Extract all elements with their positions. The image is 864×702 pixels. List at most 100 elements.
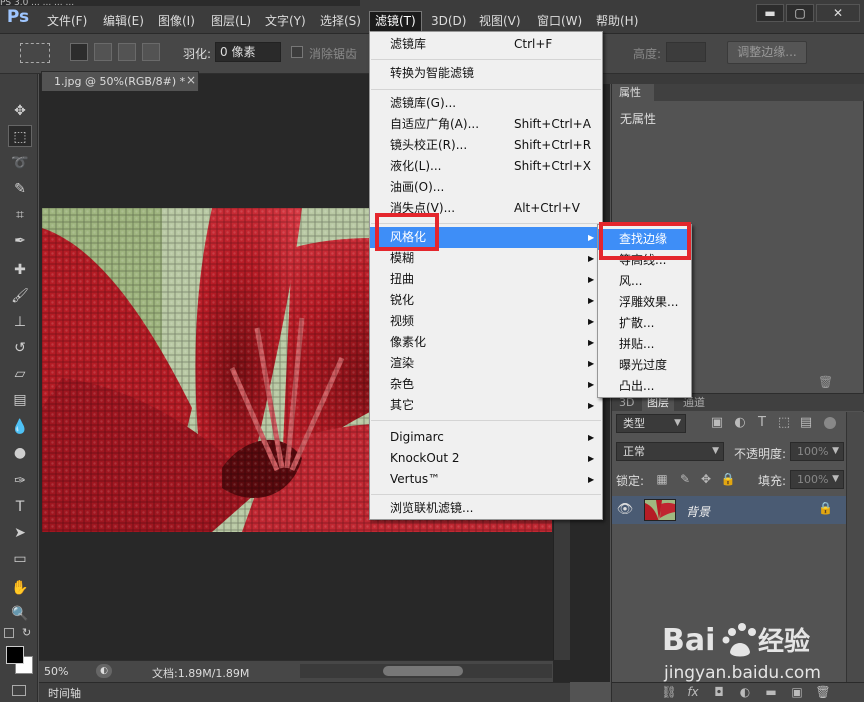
timeline-tab[interactable]: 时间轴 <box>48 685 81 701</box>
menu-item-blur[interactable]: 模糊 ▶ <box>370 248 602 269</box>
quick-mask-icon[interactable] <box>12 685 26 696</box>
adjustment-layer-icon[interactable]: ◐ <box>736 684 754 700</box>
dodge-icon[interactable]: ● <box>8 442 32 464</box>
document-tab[interactable]: 1.jpg @ 50%(RGB/8#) * <box>41 71 199 91</box>
subtract-selection-button[interactable] <box>118 43 136 61</box>
menu-view[interactable]: 视图(V) <box>477 12 523 30</box>
menu-select[interactable]: 选择(S) <box>318 12 363 30</box>
menu-item-browse-online-filters[interactable]: 浏览联机滤镜... <box>370 498 602 519</box>
document-tab-close-icon[interactable]: × <box>186 71 198 91</box>
new-selection-button[interactable] <box>70 43 88 61</box>
menu-item-digimarc[interactable]: Digimarc ▶ <box>370 427 602 448</box>
menu-window[interactable]: 窗口(W) <box>535 12 584 30</box>
pen-icon[interactable]: ✑ <box>8 470 32 492</box>
pixel-filter-icon[interactable]: ▣ <box>708 414 726 432</box>
menu-filter[interactable]: 滤镜(T) <box>369 11 422 32</box>
close-button[interactable]: ✕ <box>816 4 860 22</box>
new-layer-icon[interactable]: ▣ <box>788 684 806 700</box>
menu-layer[interactable]: 图层(L) <box>209 12 253 30</box>
layer-name[interactable]: 背景 <box>686 503 710 520</box>
menu-item-convert-smart-filter[interactable]: 转换为智能滤镜 <box>370 63 602 84</box>
height-input[interactable] <box>666 42 706 62</box>
gradient-icon[interactable]: ▤ <box>8 389 32 411</box>
horizontal-scrollbar-thumb[interactable] <box>383 666 463 676</box>
menu-item-distort[interactable]: 扭曲 ▶ <box>370 269 602 290</box>
submenu-item-emboss[interactable]: 浮雕效果... <box>598 292 691 313</box>
restore-button[interactable]: ▢ <box>786 4 814 22</box>
menu-item-lens-correction[interactable]: 镜头校正(R)... Shift+Ctrl+R <box>370 135 602 156</box>
blend-mode-dropdown[interactable]: 正常 ▼ <box>616 442 724 461</box>
crop-icon[interactable]: ⌗ <box>8 204 32 226</box>
submenu-item-wind[interactable]: 风... <box>598 271 691 292</box>
smart-object-filter-icon[interactable]: ▤ <box>797 414 815 432</box>
filter-toggle-icon[interactable] <box>824 417 836 429</box>
menu-file[interactable]: 文件(F) <box>45 12 89 30</box>
properties-tab[interactable]: 属性 <box>612 84 654 101</box>
shape-filter-icon[interactable]: ⬚ <box>775 414 793 432</box>
marquee-icon[interactable]: ⬚ <box>8 125 32 147</box>
zoom-level[interactable]: 50% <box>44 665 68 678</box>
blur-icon[interactable]: 💧 <box>8 416 32 438</box>
menu-item-vertus[interactable]: Vertus™ ▶ <box>370 469 602 490</box>
minimize-button[interactable]: ▬ <box>756 4 784 22</box>
move-icon[interactable]: ✥ <box>8 100 32 122</box>
menu-type[interactable]: 文字(Y) <box>263 12 308 30</box>
add-selection-button[interactable] <box>94 43 112 61</box>
status-info-icon[interactable]: ◐ <box>96 664 112 678</box>
menu-item-other[interactable]: 其它 ▶ <box>370 395 602 416</box>
layer-style-icon[interactable]: fx <box>684 684 702 700</box>
antialias-checkbox[interactable] <box>291 46 303 58</box>
submenu-item-extrude[interactable]: 凸出... <box>598 376 691 397</box>
type-filter-icon[interactable]: T <box>753 414 771 432</box>
new-group-icon[interactable]: ▬ <box>762 684 780 700</box>
type-icon[interactable]: T <box>8 496 32 518</box>
history-brush-icon[interactable]: ↺ <box>8 337 32 359</box>
brush-icon[interactable]: 🖌 <box>8 285 32 307</box>
menu-item-oil-paint[interactable]: 油画(O)... <box>370 177 602 198</box>
swap-colors-icon[interactable]: ↻ <box>22 626 31 639</box>
menu-image[interactable]: 图像(I) <box>156 12 197 30</box>
menu-help[interactable]: 帮助(H) <box>594 12 640 30</box>
path-select-icon[interactable]: ➤ <box>8 522 32 544</box>
menu-item-sharpen[interactable]: 锐化 ▶ <box>370 290 602 311</box>
submenu-item-tiles[interactable]: 拼贴... <box>598 334 691 355</box>
adjustment-filter-icon[interactable]: ◐ <box>731 414 749 432</box>
menu-edit[interactable]: 编辑(E) <box>101 12 146 30</box>
lock-pixels-icon[interactable]: ✎ <box>677 471 693 487</box>
shape-icon[interactable]: ▭ <box>8 548 32 570</box>
menu-item-render[interactable]: 渲染 ▶ <box>370 353 602 374</box>
submenu-item-solarize[interactable]: 曝光过度 <box>598 355 691 376</box>
foreground-color-swatch[interactable] <box>6 646 24 664</box>
lock-position-icon[interactable]: ✥ <box>698 471 714 487</box>
layer-mask-icon[interactable]: ◘ <box>710 684 728 700</box>
healing-icon[interactable]: ✚ <box>8 259 32 281</box>
menu-item-noise[interactable]: 杂色 ▶ <box>370 374 602 395</box>
quick-select-icon[interactable]: ✎ <box>8 178 32 200</box>
lasso-icon[interactable]: ➰ <box>8 152 32 174</box>
feather-input[interactable]: 0 像素 <box>215 42 281 62</box>
layer-filter-dropdown[interactable]: 类型 ▼ <box>616 414 686 433</box>
eraser-icon[interactable]: ▱ <box>8 363 32 385</box>
lock-all-icon[interactable]: 🔒 <box>720 471 736 487</box>
menu-item-knockout[interactable]: KnockOut 2 ▶ <box>370 448 602 469</box>
stamp-icon[interactable]: ⊥ <box>8 311 32 333</box>
intersect-selection-button[interactable] <box>142 43 160 61</box>
opacity-input[interactable]: 100% ▼ <box>790 442 844 461</box>
fill-input[interactable]: 100% ▼ <box>790 470 844 489</box>
link-layers-icon[interactable]: ⛓ <box>660 684 678 700</box>
menu-item-pixelate[interactable]: 像素化 ▶ <box>370 332 602 353</box>
marquee-preset-icon[interactable] <box>20 43 50 63</box>
default-colors-icon[interactable] <box>4 628 14 638</box>
delete-layer-icon[interactable]: 🗑 <box>814 684 832 700</box>
menu-item-liquify[interactable]: 液化(L)... Shift+Ctrl+X <box>370 156 602 177</box>
trash-icon[interactable]: 🗑 <box>818 375 833 389</box>
menu-item-video[interactable]: 视频 ▶ <box>370 311 602 332</box>
hand-icon[interactable]: ✋ <box>8 577 32 599</box>
lock-transparent-icon[interactable]: ▦ <box>654 471 670 487</box>
eyedropper-icon[interactable]: ✒ <box>8 230 32 252</box>
menu-item-filter-gallery-last[interactable]: 滤镜库 Ctrl+F <box>370 34 602 55</box>
eye-icon[interactable]: 👁 <box>616 501 634 519</box>
submenu-item-diffuse[interactable]: 扩散... <box>598 313 691 334</box>
menu-item-filter-gallery[interactable]: 滤镜库(G)... <box>370 93 602 114</box>
refine-edge-button[interactable]: 调整边缘... <box>727 41 807 64</box>
